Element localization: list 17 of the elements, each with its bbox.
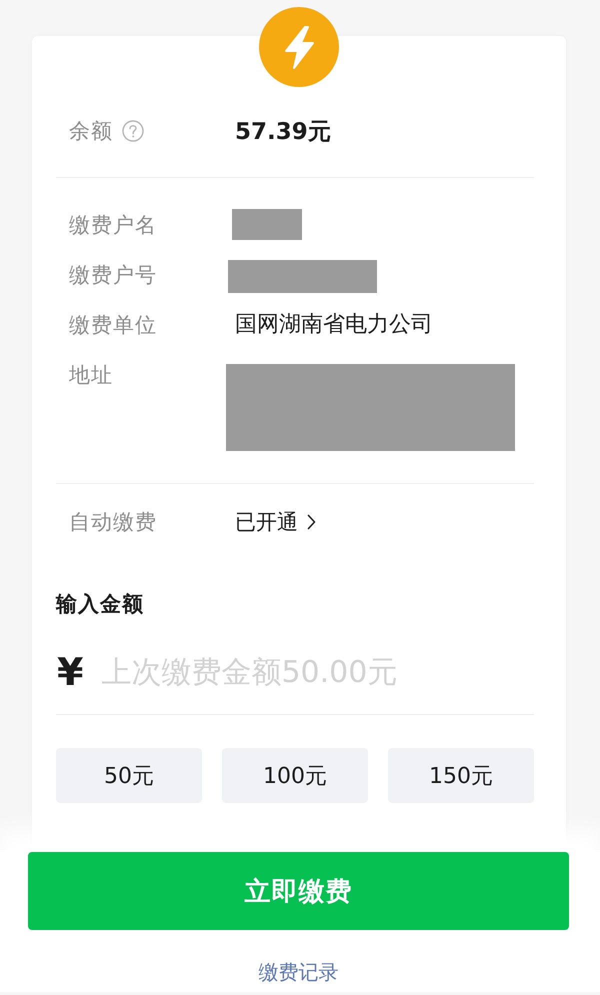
auto-pay-label: 自动缴费 [69, 509, 157, 536]
payment-history-link[interactable]: 缴费记录 [258, 960, 338, 984]
preset-amount-button[interactable]: 50元 [56, 748, 202, 803]
field-label: 缴费单位 [69, 312, 157, 339]
currency-symbol: ¥ [57, 650, 84, 694]
balance-label: 余额 [69, 118, 113, 145]
preset-amount-button[interactable]: 150元 [388, 748, 534, 803]
field-label: 缴费户名 [69, 212, 157, 239]
field-label: 缴费户号 [69, 262, 157, 289]
preset-amount-button[interactable]: 100元 [222, 748, 368, 803]
chevron-icon [307, 514, 316, 530]
amount-label: 输入金额 [56, 591, 144, 618]
help-icon[interactable] [122, 120, 144, 142]
balance-value: 57.39元 [235, 118, 331, 146]
field-label: 地址 [69, 362, 113, 389]
field-value: 国网湖南省电力公司 [235, 311, 433, 339]
auto-pay-status-link[interactable]: 已开通 [235, 508, 316, 536]
